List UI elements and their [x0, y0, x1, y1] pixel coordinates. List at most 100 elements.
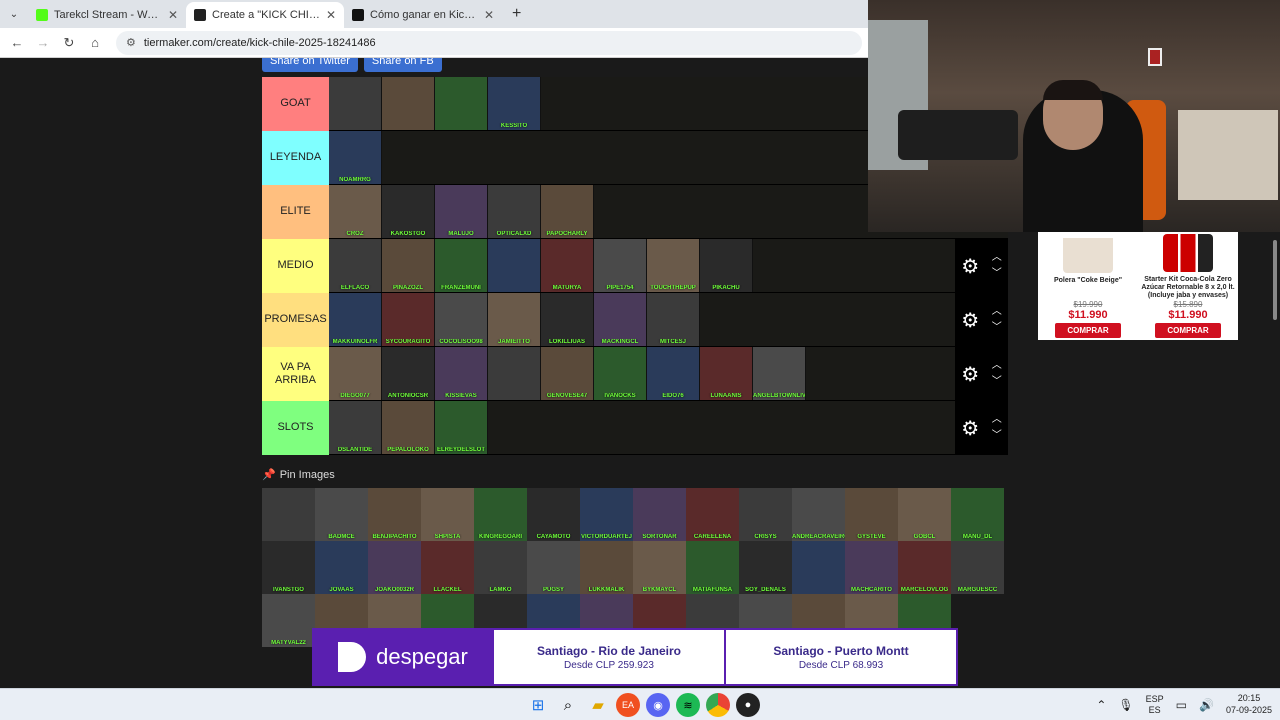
streamer-tile[interactable]: EIDO76	[647, 347, 700, 400]
site-info-icon[interactable]: ⚙	[126, 36, 136, 49]
language-indicator[interactable]: ESP ES	[1146, 694, 1164, 716]
pool-tile[interactable]: PUGSY	[527, 541, 580, 594]
streamer-tile[interactable]: LOKILLIUAS	[541, 293, 594, 346]
streamer-tile[interactable]: PEPALOLOKO	[382, 401, 435, 454]
close-tab-icon[interactable]: ✕	[326, 8, 336, 22]
pool-tile[interactable]: MANU_DL	[951, 488, 1004, 541]
pool-tile[interactable]: SORTONAR	[633, 488, 686, 541]
tier-label[interactable]: VA PA ARRIBA	[262, 347, 329, 401]
streamer-tile[interactable]: PIÑAZOZL	[382, 239, 435, 292]
home-icon[interactable]: ⌂	[84, 32, 106, 54]
move-down-icon[interactable]: ﹀	[992, 374, 1002, 390]
page-scrollbar[interactable]	[1270, 232, 1280, 688]
streamer-tile[interactable]: KISSIEVAS	[435, 347, 488, 400]
move-up-icon[interactable]: ︿	[992, 250, 1002, 266]
microphone-icon[interactable]: 🎙	[1118, 698, 1133, 712]
pool-tile[interactable]: LAMKO	[474, 541, 527, 594]
streamer-tile[interactable]: TOUCHTHEPUP	[647, 239, 700, 292]
streamer-tile[interactable]: PIKACHU	[700, 239, 753, 292]
tier-label[interactable]: MEDIO	[262, 239, 329, 293]
streamer-tile[interactable]: KESSITO	[488, 77, 541, 130]
product-card[interactable]: Polera "Coke Beige" $19.990 $11.990 COMP…	[1038, 232, 1138, 340]
windows-start-icon[interactable]: ⊞	[526, 693, 550, 717]
move-up-icon[interactable]: ︿	[992, 412, 1002, 428]
close-tab-icon[interactable]: ✕	[484, 8, 494, 22]
streamer-tile[interactable]: COCOLISOO98	[435, 293, 488, 346]
streamer-tile[interactable]: PIPE1754	[594, 239, 647, 292]
pin-images-header[interactable]: 📌 Pin Images	[262, 468, 335, 482]
discord-icon[interactable]: ◉	[646, 693, 670, 717]
tier-label[interactable]: PROMESAS	[262, 293, 329, 347]
tier-label[interactable]: LEYENDA	[262, 131, 329, 185]
ea-app-icon[interactable]: EA	[616, 693, 640, 717]
streamer-tile[interactable]: ELREYDELSLOT	[435, 401, 488, 454]
pool-tile[interactable]: KINGREGOARI	[474, 488, 527, 541]
back-icon[interactable]: ←	[6, 32, 28, 54]
volume-icon[interactable]: 🔊	[1199, 698, 1214, 712]
reload-icon[interactable]: ↻	[58, 32, 80, 54]
streamer-tile[interactable]: LUNAANIS	[700, 347, 753, 400]
streamer-tile[interactable]	[329, 77, 382, 130]
streamer-tile[interactable]	[382, 77, 435, 130]
tab-tiermaker[interactable]: Create a "KICK CHILE 2025" Tie ✕	[186, 2, 344, 28]
tier-label[interactable]: ELITE	[262, 185, 329, 239]
streamer-tile[interactable]: FRANZEMUNI	[435, 239, 488, 292]
buy-button[interactable]: COMPRAR	[1055, 323, 1121, 338]
despegar-ad-banner[interactable]: despegar Santiago - Rio de Janeiro Desde…	[312, 628, 958, 686]
share-fb-button[interactable]: Share on FB	[363, 58, 442, 72]
pool-tile[interactable]: GYSTEVE	[845, 488, 898, 541]
pool-tile[interactable]: CRISYS	[739, 488, 792, 541]
move-down-icon[interactable]: ﹀	[992, 320, 1002, 336]
streamer-tile[interactable]	[488, 347, 541, 400]
pool-tile[interactable]: MARCELOVLOG	[898, 541, 951, 594]
tab-search-chevron-icon[interactable]: ⌄	[4, 4, 24, 24]
spotify-icon[interactable]: ≋	[676, 693, 700, 717]
streamer-tile[interactable]: MACKINGCL	[594, 293, 647, 346]
pool-tile[interactable]: JOAKO0032R	[368, 541, 421, 594]
pool-tile[interactable]: MARGUESCC	[951, 541, 1004, 594]
pool-tile[interactable]: CAREELENA	[686, 488, 739, 541]
pool-tile[interactable]: BYKMAYCL	[633, 541, 686, 594]
settings-gear-icon[interactable]: ⚙	[961, 362, 979, 387]
pool-tile[interactable]: ANDREACRAVEIRONTE	[792, 488, 845, 541]
move-up-icon[interactable]: ︿	[992, 358, 1002, 374]
new-tab-button[interactable]: +	[502, 5, 531, 28]
share-twitter-button[interactable]: Share on Twitter	[262, 58, 358, 72]
url-field[interactable]: ⚙ tiermaker.com/create/kick-chile-2025-1…	[116, 30, 862, 55]
streamer-tile[interactable]: NOAMRRG	[329, 131, 382, 184]
pool-tile[interactable]: CAYAMOTO	[527, 488, 580, 541]
streamer-tile[interactable]: ANTONIOCSR	[382, 347, 435, 400]
move-down-icon[interactable]: ﹀	[992, 428, 1002, 444]
pool-tile[interactable]	[792, 541, 845, 594]
search-icon[interactable]: ⌕	[556, 693, 580, 717]
streamer-tile[interactable]: MALUJO	[435, 185, 488, 238]
streamer-tile[interactable]: JAMIEITTO	[488, 293, 541, 346]
ad-offer-card[interactable]: Santiago - Rio de Janeiro Desde CLP 259.…	[494, 630, 724, 684]
move-up-icon[interactable]: ︿	[992, 304, 1002, 320]
tier-label[interactable]: SLOTS	[262, 401, 329, 455]
product-card[interactable]: Starter Kit Coca-Cola Zero Azúcar Retorn…	[1138, 232, 1238, 340]
chevron-up-icon[interactable]: ⌃	[1096, 698, 1106, 712]
pool-tile[interactable]: IVANSTGO	[262, 541, 315, 594]
scrollbar-thumb[interactable]	[1273, 240, 1277, 320]
streamer-tile[interactable]: OPTICALXD	[488, 185, 541, 238]
chrome-icon[interactable]	[706, 693, 730, 717]
streamer-tile[interactable]: PAPOCHARLY	[541, 185, 594, 238]
streamer-tile[interactable]	[488, 239, 541, 292]
settings-gear-icon[interactable]: ⚙	[961, 254, 979, 279]
file-explorer-icon[interactable]: ▰	[586, 693, 610, 717]
pool-tile[interactable]: LLACKEL	[421, 541, 474, 594]
tab-kick-stream[interactable]: Tarekcl Stream - Watch Live on ✕	[28, 2, 186, 28]
tab-kick-guide[interactable]: Cómo ganar en Kick Streaming ✕	[344, 2, 502, 28]
pool-tile[interactable]: SOY_DENALS	[739, 541, 792, 594]
pool-tile[interactable]: LUKKMALIK	[580, 541, 633, 594]
streamer-tile[interactable]: GENOVESE47	[541, 347, 594, 400]
pool-tile[interactable]: MATYVAL22	[262, 594, 315, 647]
ad-offer-card[interactable]: Santiago - Puerto Montt Desde CLP 68.993	[726, 630, 956, 684]
streamer-tile[interactable]: DIEGO077	[329, 347, 382, 400]
forward-icon[interactable]: →	[32, 32, 54, 54]
pool-tile[interactable]: SHPISTA	[421, 488, 474, 541]
streamer-tile[interactable]: DSLANTIDE	[329, 401, 382, 454]
streamer-tile[interactable]: MATURYA	[541, 239, 594, 292]
pool-tile[interactable]: BADMCE	[315, 488, 368, 541]
